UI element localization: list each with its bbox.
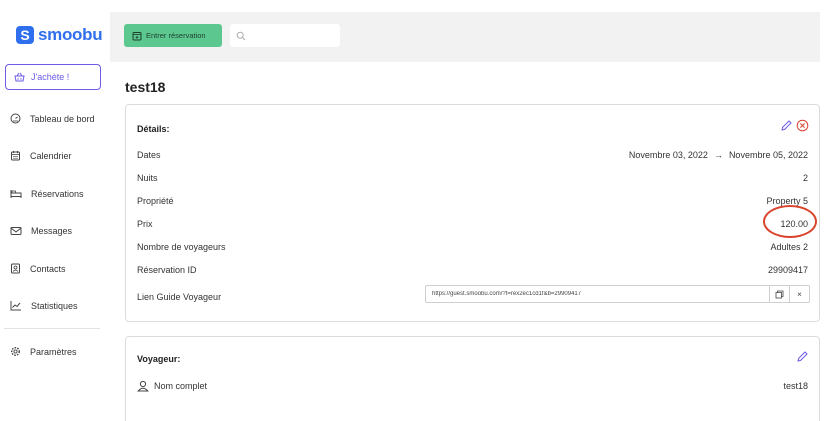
mail-icon: [10, 227, 22, 235]
sidebar-item-label: Paramètres: [30, 346, 77, 357]
voyageur-card: Voyageur: Nom complet test18: [125, 336, 820, 421]
copy-icon: [775, 290, 784, 298]
voyageur-title: Voyageur:: [137, 354, 181, 364]
sidebar-item-label: Tableau de bord: [30, 113, 95, 124]
price-highlight-circle: [763, 205, 817, 238]
basket-icon: [14, 72, 25, 82]
fullname-label: Nom complet: [154, 381, 208, 391]
guide-link-field[interactable]: https://guest.smoobu.com/?t=rex2ec1cd1f&…: [425, 285, 810, 303]
dates-value: Novembre 03, 2022 → Novembre 05, 2022: [629, 150, 808, 160]
edit-icon[interactable]: [796, 350, 809, 363]
nights-label: Nuits: [137, 173, 158, 183]
details-title: Détails:: [137, 124, 170, 134]
details-actions: [780, 119, 809, 132]
sidebar-divider: [4, 328, 100, 329]
page-title: test18: [125, 79, 166, 95]
dates-label: Dates: [137, 150, 161, 160]
details-card: Détails: Dates Novembre 03, 2022 → Novembr…: [125, 104, 820, 322]
search-input[interactable]: [230, 24, 340, 47]
search-icon: [236, 31, 246, 40]
reservation-id-label: Réservation ID: [137, 265, 197, 275]
sidebar-item-label: Calendrier: [30, 150, 72, 161]
reservation-id-value: 29909417: [767, 265, 808, 275]
bed-icon: [10, 190, 22, 198]
cancel-icon[interactable]: [796, 119, 809, 132]
arrow-right-icon: →: [713, 150, 723, 160]
contact-icon: [11, 263, 20, 274]
chart-icon: [10, 301, 21, 311]
sidebar-item-calendar[interactable]: Calendrier: [10, 150, 72, 161]
sidebar-item-label: Réservations: [31, 188, 84, 199]
logo-mark: S: [16, 26, 34, 44]
sidebar-item-label: Messages: [31, 226, 73, 236]
dashboard-icon: [10, 113, 21, 124]
gear-icon: [11, 347, 20, 356]
brand-logo[interactable]: S smoobu: [16, 25, 103, 45]
logo-text: smoobu: [38, 25, 103, 44]
date-to: Novembre 05, 2022: [728, 150, 808, 160]
buy-button[interactable]: J'achète !: [5, 64, 101, 90]
guide-link-text[interactable]: https://guest.smoobu.com/?t=rex2ec1cd1f&…: [426, 291, 769, 297]
copy-button[interactable]: [769, 286, 789, 302]
sidebar-item-statistics[interactable]: Statistiques: [10, 300, 78, 311]
sidebar-item-contacts[interactable]: Contacts: [10, 263, 66, 274]
price-label: Prix: [137, 219, 153, 229]
date-from: Novembre 03, 2022: [628, 150, 708, 160]
property-label: Propriété: [137, 196, 174, 206]
enter-reservation-label: Entrer réservation: [146, 31, 206, 40]
calendar-plus-icon: [132, 31, 142, 40]
fullname-value: test18: [783, 381, 808, 391]
edit-icon[interactable]: [780, 119, 793, 132]
sidebar-item-label: Contacts: [30, 263, 66, 274]
user-icon: [137, 380, 149, 392]
sidebar-item-dashboard[interactable]: Tableau de bord: [10, 113, 95, 124]
voyageur-actions: [796, 350, 809, 363]
sidebar: S smoobu J'achète ! Tableau de bord Cale…: [0, 0, 110, 421]
top-bar: Entrer réservation: [110, 12, 820, 62]
guests-value: Adultes 2: [770, 242, 808, 252]
nights-value: 2: [802, 173, 808, 183]
clear-link-button[interactable]: ×: [789, 286, 809, 302]
guests-label: Nombre de voyageurs: [137, 242, 226, 252]
fullname-row: Nom complet: [137, 380, 207, 392]
guide-label: Lien Guide Voyageur: [137, 292, 222, 302]
sidebar-item-settings[interactable]: Paramètres: [10, 346, 77, 357]
calendar-icon: [11, 151, 20, 161]
sidebar-item-messages[interactable]: Messages: [10, 226, 72, 236]
buy-label: J'achète !: [31, 72, 70, 82]
enter-reservation-button[interactable]: Entrer réservation: [124, 24, 222, 47]
sidebar-item-label: Statistiques: [31, 300, 78, 311]
sidebar-item-reservations[interactable]: Réservations: [10, 188, 84, 199]
